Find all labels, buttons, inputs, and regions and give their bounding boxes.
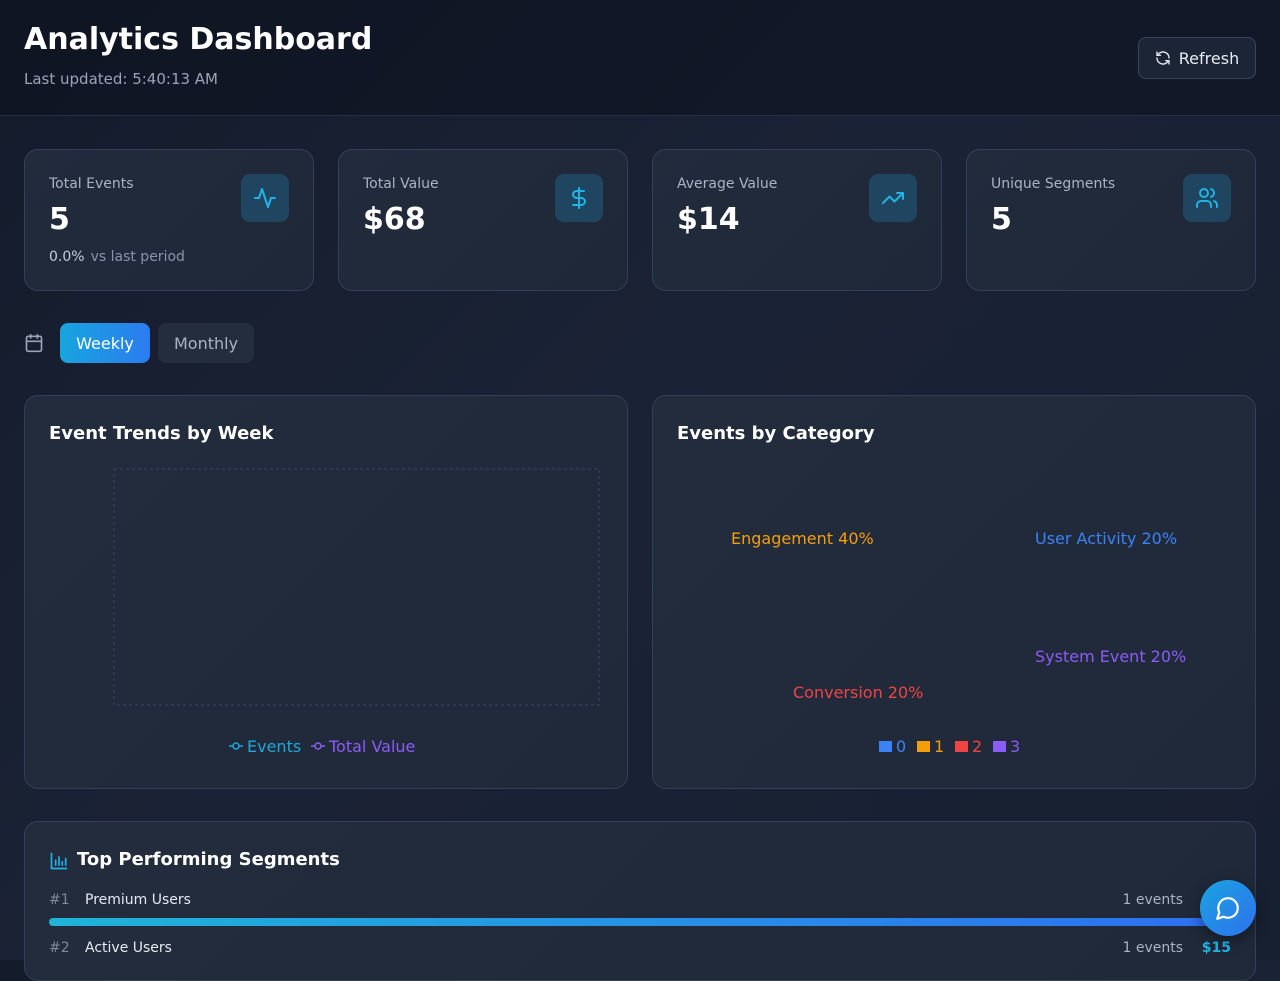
segment-value: $15 [1201, 940, 1231, 956]
trending-up-icon [869, 174, 917, 222]
dollar-icon [555, 174, 603, 222]
legend-item-1: 1 [917, 737, 944, 756]
segment-row[interactable]: #2 Active Users 1 events $15 [49, 940, 1231, 962]
activity-icon [241, 174, 289, 222]
legend-item-2: 2 [955, 737, 982, 756]
segments-title: Top Performing Segments [77, 849, 340, 870]
legend-label: 3 [1010, 737, 1020, 756]
refresh-button[interactable]: Refresh [1138, 37, 1256, 79]
legend-label: Total Value [328, 737, 415, 756]
slice-label-system-event: System Event 20% [1035, 647, 1186, 666]
monthly-button[interactable]: Monthly [158, 323, 254, 363]
legend-label: 2 [972, 737, 982, 756]
legend-label: 1 [934, 737, 944, 756]
stat-label: Total Value [363, 176, 439, 192]
header: Analytics Dashboard Last updated: 5:40:1… [0, 0, 1280, 116]
legend-total-value: Total Value [311, 737, 415, 756]
segment-events: 1 events [1122, 892, 1183, 908]
stat-value: 5 [991, 202, 1012, 237]
stat-change-note: vs last period [90, 249, 185, 265]
legend-events: Events [229, 737, 301, 756]
stat-card-total-events: Total Events 5 0.0% vs last period [24, 149, 314, 291]
stat-change-value: 0.0% [49, 249, 85, 265]
stat-card-average-value: Average Value $14 [652, 149, 942, 291]
page-title: Analytics Dashboard [24, 22, 373, 57]
top-segments-panel: Top Performing Segments #1 Premium Users… [24, 821, 1256, 981]
segment-bar-track [49, 918, 1231, 926]
segment-rank: #2 [49, 940, 70, 956]
segment-name: Active Users [85, 940, 172, 956]
stat-label: Unique Segments [991, 176, 1116, 192]
legend-item-3: 3 [993, 737, 1020, 756]
segment-bar-fill [49, 918, 1231, 926]
plot-area-grid [113, 468, 600, 706]
events-by-category-panel: Events by Category Engagement 40% User A… [652, 395, 1256, 789]
slice-label-conversion: Conversion 20% [793, 683, 923, 702]
weekly-button[interactable]: Weekly [60, 323, 150, 363]
legend-label: Events [247, 737, 301, 756]
stat-value: 5 [49, 202, 70, 237]
stat-value: $14 [677, 202, 740, 237]
segment-events: 1 events [1122, 940, 1183, 956]
last-updated-text: Last updated: 5:40:13 AM [24, 70, 219, 88]
stat-value: $68 [363, 202, 426, 237]
stat-change: 0.0% vs last period [49, 249, 185, 265]
message-circle-icon [1216, 897, 1239, 920]
stat-card-unique-segments: Unique Segments 5 [966, 149, 1256, 291]
pie-chart: Engagement 40% User Activity 20% System … [731, 529, 1186, 756]
users-icon [1183, 174, 1231, 222]
bar-chart-icon [50, 852, 68, 870]
refresh-icon [1156, 51, 1170, 65]
slice-label-engagement: Engagement 40% [731, 529, 874, 548]
calendar-icon [25, 333, 43, 353]
legend-item-0: 0 [879, 737, 906, 756]
segment-rank: #1 [49, 892, 70, 908]
segment-row[interactable]: #1 Premium Users 1 events [49, 892, 1231, 914]
segment-name: Premium Users [85, 892, 191, 908]
legend-label: 0 [896, 737, 906, 756]
event-trends-panel: Event Trends by Week Events Total Value [24, 395, 628, 789]
stat-label: Average Value [677, 176, 778, 192]
stat-card-total-value: Total Value $68 [338, 149, 628, 291]
slice-label-user-activity: User Activity 20% [1035, 529, 1177, 548]
line-chart: Events Total Value [113, 468, 600, 756]
stat-label: Total Events [49, 176, 134, 192]
chat-button[interactable] [1200, 880, 1256, 936]
refresh-label: Refresh [1178, 48, 1240, 68]
